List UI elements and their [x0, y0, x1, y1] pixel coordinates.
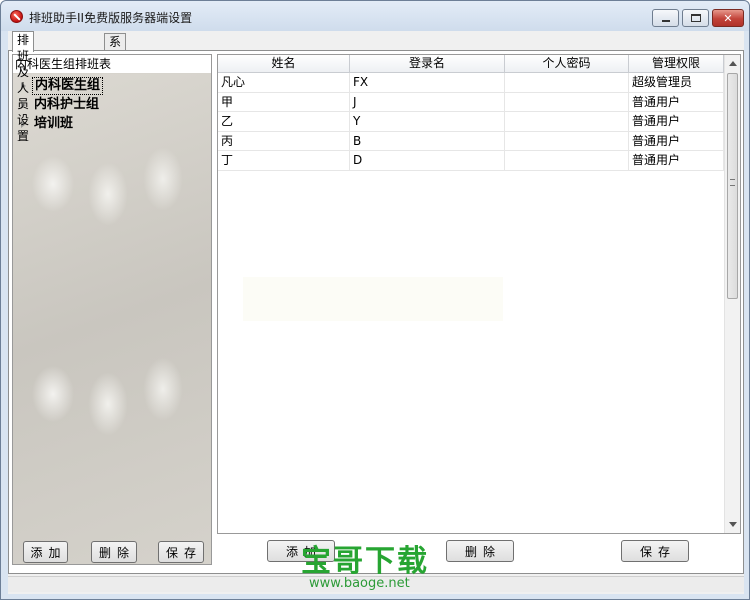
cell-name[interactable]: 丙 — [218, 131, 350, 151]
cell-login[interactable]: J — [350, 92, 505, 112]
tab-schedule-staff[interactable]: 排班及人员设置 — [12, 31, 35, 143]
tree-header: 内科医生组排班表 — [13, 55, 211, 73]
app-logo-icon — [10, 10, 23, 23]
cell-login[interactable]: FX — [350, 73, 505, 92]
cell-name[interactable]: 乙 — [218, 112, 350, 131]
column-header-name[interactable]: 姓名 — [218, 55, 350, 73]
cell-login[interactable]: B — [350, 131, 505, 151]
group-tree: 内科医生组 内科护士组 培训班 — [21, 76, 104, 133]
scroll-up-icon[interactable] — [729, 61, 737, 66]
table-row[interactable]: 凡心 FX 超级管理员 — [218, 73, 724, 93]
minimize-icon — [661, 20, 670, 22]
watermark: 宝哥下载 www.baoge.net — [301, 536, 451, 596]
cell-password[interactable] — [505, 92, 629, 112]
table-header: 姓名 登录名 个人密码 管理权限 — [218, 55, 724, 73]
cell-password[interactable] — [505, 131, 629, 151]
table-row[interactable]: 丙 B 普通用户 — [218, 131, 724, 151]
window-title: 排班助手II免费版服务器端设置 — [29, 11, 193, 25]
tree-item-label: 内科医生组 — [32, 76, 104, 95]
cell-permission[interactable]: 普通用户 — [629, 131, 724, 151]
column-header-permission[interactable]: 管理权限 — [629, 55, 724, 73]
cell-login[interactable]: Y — [350, 112, 505, 131]
left-save-button[interactable]: 保存 — [158, 541, 204, 563]
cell-permission[interactable]: 普通用户 — [629, 112, 724, 131]
cell-permission[interactable]: 普通用户 — [629, 92, 724, 112]
cell-password[interactable] — [505, 151, 629, 170]
cell-password[interactable] — [505, 73, 629, 92]
title-bar[interactable]: 排班助手II免费版服务器端设置 ✕ — [1, 1, 749, 31]
scrollbar-thumb[interactable] — [727, 73, 738, 299]
cell-name[interactable]: 甲 — [218, 92, 350, 112]
tree-item-training-class[interactable]: 培训班 — [21, 114, 103, 133]
right-delete-button[interactable]: 删除 — [446, 540, 514, 562]
group-tree-pane: 内科医生组排班表 内科医生组 内科护士组 培训班 — [12, 54, 212, 565]
cell-name[interactable]: 凡心 — [218, 73, 350, 92]
tree-background-image — [13, 74, 211, 564]
watermark-url: www.baoge.net — [309, 576, 410, 591]
tree-item-label: 培训班 — [34, 115, 74, 131]
right-save-button[interactable]: 保存 — [621, 540, 689, 562]
cell-permission[interactable]: 超级管理员 — [629, 73, 724, 92]
cell-password[interactable] — [505, 112, 629, 131]
scroll-down-icon[interactable] — [729, 522, 737, 527]
cell-login[interactable]: D — [350, 151, 505, 170]
left-delete-button[interactable]: 删除 — [91, 541, 137, 563]
column-header-login[interactable]: 登录名 — [350, 55, 505, 73]
minimize-button[interactable] — [652, 9, 679, 27]
table-row[interactable]: 乙 Y 普通用户 — [218, 112, 724, 132]
close-button[interactable]: ✕ — [712, 9, 744, 27]
tab-panel: 内科医生组排班表 内科医生组 内科护士组 培训班 姓名 登录名 个人密码 管理权… — [8, 50, 744, 574]
cell-name[interactable]: 丁 — [218, 151, 350, 170]
client-area: 排班及人员设置 系统设置 内科医生组排班表 内科医生组 内科护士组 — [8, 31, 744, 594]
close-icon: ✕ — [723, 11, 733, 25]
tab-system-settings[interactable]: 系统设置 — [104, 33, 127, 97]
left-add-button[interactable]: 添加 — [23, 541, 68, 563]
maximize-icon — [690, 14, 701, 22]
column-header-password[interactable]: 个人密码 — [505, 55, 629, 73]
table-row[interactable]: 甲 J 普通用户 — [218, 92, 724, 112]
watermark-logo-text: 宝哥下载 — [301, 544, 429, 579]
table-body: 凡心 FX 超级管理员 甲 J 普通用户 乙 Y 普通用户 丙 B 普通用户 丁… — [218, 73, 724, 171]
tree-item-internal-nurses[interactable]: 内科护士组 — [21, 95, 103, 114]
vertical-scrollbar[interactable] — [724, 55, 740, 533]
app-window: 排班助手II免费版服务器端设置 ✕ 排班及人员设置 系统设置 内科医生组排班表 … — [0, 0, 750, 600]
table-row[interactable]: 丁 D 普通用户 — [218, 151, 724, 171]
cell-permission[interactable]: 普通用户 — [629, 151, 724, 170]
tree-item-label: 内科护士组 — [34, 96, 100, 112]
user-table: 姓名 登录名 个人密码 管理权限 凡心 FX 超级管理员 甲 J 普通用户 乙 … — [217, 54, 741, 534]
table-empty-area — [243, 277, 503, 321]
tree-item-internal-doctors[interactable]: 内科医生组 — [21, 76, 104, 95]
maximize-button[interactable] — [682, 9, 709, 27]
